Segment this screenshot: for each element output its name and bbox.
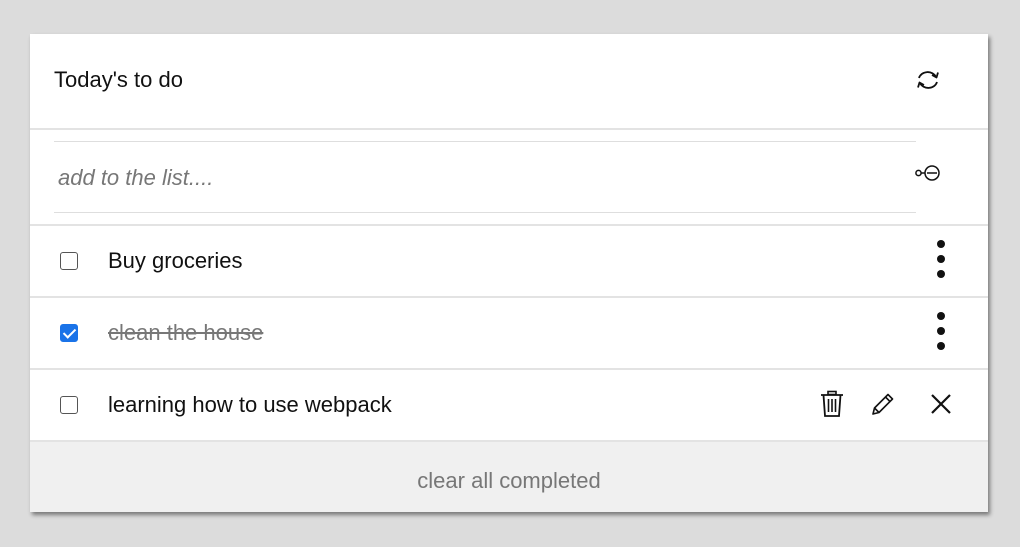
task-description[interactable]: Buy groceries xyxy=(108,248,243,274)
add-task-field-wrapper xyxy=(54,141,916,214)
more-options-icon[interactable] xyxy=(930,240,952,280)
task-item: learning how to use webpack xyxy=(30,370,988,442)
clear-completed-button[interactable]: clear all completed xyxy=(30,442,988,512)
task-item: Buy groceries xyxy=(30,226,988,298)
todo-card: Today's to do Buy groceries xyxy=(30,34,988,512)
trash-icon[interactable] xyxy=(820,390,844,418)
close-icon[interactable] xyxy=(930,393,952,415)
add-task-row xyxy=(30,130,988,226)
pencil-icon[interactable] xyxy=(870,391,896,417)
task-checkbox[interactable] xyxy=(60,252,78,270)
enter-icon[interactable] xyxy=(914,164,942,182)
todo-header: Today's to do xyxy=(30,34,988,130)
page-title: Today's to do xyxy=(54,67,183,92)
add-task-input[interactable] xyxy=(54,142,900,214)
task-checkbox[interactable] xyxy=(60,396,78,414)
task-description[interactable]: learning how to use webpack xyxy=(108,392,392,418)
clear-completed-label: clear all completed xyxy=(417,468,601,493)
more-options-icon[interactable] xyxy=(930,312,952,352)
task-item: clean the house xyxy=(30,298,988,370)
task-checkbox[interactable] xyxy=(60,324,78,342)
refresh-icon[interactable] xyxy=(914,68,942,92)
task-description[interactable]: clean the house xyxy=(108,320,263,346)
